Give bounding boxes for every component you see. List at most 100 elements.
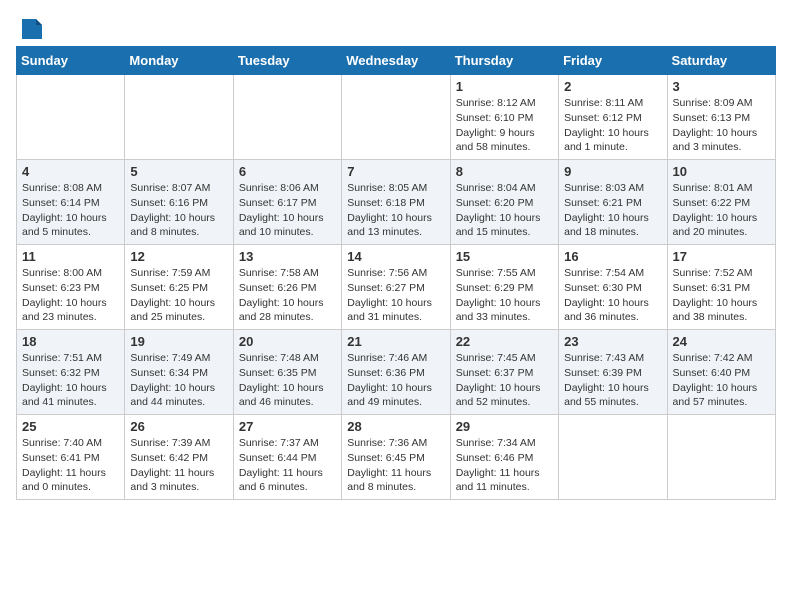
day-number: 9 <box>564 164 661 179</box>
week-row-2: 4 Sunrise: 8:08 AM Sunset: 6:14 PM Daylig… <box>17 160 776 245</box>
calendar-cell: 20 Sunrise: 7:48 AM Sunset: 6:35 PM Dayli… <box>233 330 341 415</box>
calendar-cell: 8 Sunrise: 8:04 AM Sunset: 6:20 PM Daylig… <box>450 160 558 245</box>
calendar-cell: 25 Sunrise: 7:40 AM Sunset: 6:41 PM Dayli… <box>17 415 125 500</box>
day-number: 13 <box>239 249 336 264</box>
calendar-cell: 9 Sunrise: 8:03 AM Sunset: 6:21 PM Daylig… <box>559 160 667 245</box>
calendar-cell: 10 Sunrise: 8:01 AM Sunset: 6:22 PM Dayli… <box>667 160 775 245</box>
col-header-friday: Friday <box>559 47 667 75</box>
day-info: Sunrise: 7:40 AM Sunset: 6:41 PM Dayligh… <box>22 436 119 495</box>
day-info: Sunrise: 7:46 AM Sunset: 6:36 PM Dayligh… <box>347 351 444 410</box>
day-info: Sunrise: 8:07 AM Sunset: 6:16 PM Dayligh… <box>130 181 227 240</box>
calendar-cell: 11 Sunrise: 8:00 AM Sunset: 6:23 PM Dayli… <box>17 245 125 330</box>
day-number: 7 <box>347 164 444 179</box>
calendar-cell: 22 Sunrise: 7:45 AM Sunset: 6:37 PM Dayli… <box>450 330 558 415</box>
calendar-cell <box>342 75 450 160</box>
calendar-cell: 28Sunrise: 7:36 AM Sunset: 6:45 PM Dayli… <box>342 415 450 500</box>
calendar-cell: 6Sunrise: 8:06 AM Sunset: 6:17 PM Daylig… <box>233 160 341 245</box>
calendar-cell: 27 Sunrise: 7:37 AM Sunset: 6:44 PM Dayli… <box>233 415 341 500</box>
day-number: 1 <box>456 79 553 94</box>
day-number: 11 <box>22 249 119 264</box>
logo-icon <box>22 19 42 39</box>
header-row: SundayMondayTuesdayWednesdayThursdayFrid… <box>17 47 776 75</box>
day-info: Sunrise: 7:34 AM Sunset: 6:46 PM Dayligh… <box>456 436 553 495</box>
day-info: Sunrise: 8:00 AM Sunset: 6:23 PM Dayligh… <box>22 266 119 325</box>
day-number: 4 <box>22 164 119 179</box>
day-number: 17 <box>673 249 770 264</box>
day-number: 15 <box>456 249 553 264</box>
calendar-cell: 4 Sunrise: 8:08 AM Sunset: 6:14 PM Daylig… <box>17 160 125 245</box>
day-info: Sunrise: 8:12 AM Sunset: 6:10 PM Dayligh… <box>456 96 553 155</box>
calendar-cell: 14 Sunrise: 7:56 AM Sunset: 6:27 PM Dayli… <box>342 245 450 330</box>
day-info: Sunrise: 7:59 AM Sunset: 6:25 PM Dayligh… <box>130 266 227 325</box>
day-info: Sunrise: 7:51 AM Sunset: 6:32 PM Dayligh… <box>22 351 119 410</box>
day-number: 29 <box>456 419 553 434</box>
day-info: Sunrise: 7:58 AM Sunset: 6:26 PM Dayligh… <box>239 266 336 325</box>
col-header-wednesday: Wednesday <box>342 47 450 75</box>
day-info: Sunrise: 7:42 AM Sunset: 6:40 PM Dayligh… <box>673 351 770 410</box>
day-number: 19 <box>130 334 227 349</box>
day-info: Sunrise: 7:48 AM Sunset: 6:35 PM Dayligh… <box>239 351 336 410</box>
calendar-cell: 21 Sunrise: 7:46 AM Sunset: 6:36 PM Dayli… <box>342 330 450 415</box>
calendar-cell: 13 Sunrise: 7:58 AM Sunset: 6:26 PM Dayli… <box>233 245 341 330</box>
day-number: 16 <box>564 249 661 264</box>
calendar-cell <box>17 75 125 160</box>
day-info: Sunrise: 8:04 AM Sunset: 6:20 PM Dayligh… <box>456 181 553 240</box>
day-info: Sunrise: 7:54 AM Sunset: 6:30 PM Dayligh… <box>564 266 661 325</box>
day-info: Sunrise: 8:11 AM Sunset: 6:12 PM Dayligh… <box>564 96 661 155</box>
week-row-1: 1 Sunrise: 8:12 AM Sunset: 6:10 PM Daylig… <box>17 75 776 160</box>
calendar-cell <box>233 75 341 160</box>
day-number: 25 <box>22 419 119 434</box>
day-number: 12 <box>130 249 227 264</box>
day-info: Sunrise: 8:09 AM Sunset: 6:13 PM Dayligh… <box>673 96 770 155</box>
day-info: Sunrise: 7:39 AM Sunset: 6:42 PM Dayligh… <box>130 436 227 495</box>
header <box>16 16 776 38</box>
day-info: Sunrise: 8:03 AM Sunset: 6:21 PM Dayligh… <box>564 181 661 240</box>
day-number: 18 <box>22 334 119 349</box>
calendar-cell: 7 Sunrise: 8:05 AM Sunset: 6:18 PM Daylig… <box>342 160 450 245</box>
calendar-cell: 12 Sunrise: 7:59 AM Sunset: 6:25 PM Dayli… <box>125 245 233 330</box>
calendar-cell: 5 Sunrise: 8:07 AM Sunset: 6:16 PM Daylig… <box>125 160 233 245</box>
day-info: Sunrise: 8:05 AM Sunset: 6:18 PM Dayligh… <box>347 181 444 240</box>
day-number: 22 <box>456 334 553 349</box>
day-number: 21 <box>347 334 444 349</box>
calendar-cell: 24 Sunrise: 7:42 AM Sunset: 6:40 PM Dayli… <box>667 330 775 415</box>
calendar-cell <box>559 415 667 500</box>
calendar-table: SundayMondayTuesdayWednesdayThursdayFrid… <box>16 46 776 500</box>
calendar-cell: 26 Sunrise: 7:39 AM Sunset: 6:42 PM Dayli… <box>125 415 233 500</box>
day-number: 24 <box>673 334 770 349</box>
day-info: Sunrise: 7:56 AM Sunset: 6:27 PM Dayligh… <box>347 266 444 325</box>
calendar-cell: 17Sunrise: 7:52 AM Sunset: 6:31 PM Dayli… <box>667 245 775 330</box>
day-info: Sunrise: 8:06 AM Sunset: 6:17 PM Dayligh… <box>239 181 336 240</box>
calendar-cell: 19Sunrise: 7:49 AM Sunset: 6:34 PM Dayli… <box>125 330 233 415</box>
day-info: Sunrise: 8:08 AM Sunset: 6:14 PM Dayligh… <box>22 181 119 240</box>
day-number: 10 <box>673 164 770 179</box>
week-row-5: 25 Sunrise: 7:40 AM Sunset: 6:41 PM Dayli… <box>17 415 776 500</box>
day-number: 5 <box>130 164 227 179</box>
day-info: Sunrise: 7:36 AM Sunset: 6:45 PM Dayligh… <box>347 436 444 495</box>
logo <box>16 16 42 38</box>
day-number: 26 <box>130 419 227 434</box>
day-number: 20 <box>239 334 336 349</box>
day-info: Sunrise: 7:45 AM Sunset: 6:37 PM Dayligh… <box>456 351 553 410</box>
day-info: Sunrise: 7:55 AM Sunset: 6:29 PM Dayligh… <box>456 266 553 325</box>
calendar-cell: 1 Sunrise: 8:12 AM Sunset: 6:10 PM Daylig… <box>450 75 558 160</box>
day-number: 27 <box>239 419 336 434</box>
col-header-saturday: Saturday <box>667 47 775 75</box>
calendar-cell: 29 Sunrise: 7:34 AM Sunset: 6:46 PM Dayli… <box>450 415 558 500</box>
day-info: Sunrise: 7:37 AM Sunset: 6:44 PM Dayligh… <box>239 436 336 495</box>
day-number: 8 <box>456 164 553 179</box>
day-number: 14 <box>347 249 444 264</box>
day-info: Sunrise: 8:01 AM Sunset: 6:22 PM Dayligh… <box>673 181 770 240</box>
col-header-sunday: Sunday <box>17 47 125 75</box>
week-row-4: 18 Sunrise: 7:51 AM Sunset: 6:32 PM Dayli… <box>17 330 776 415</box>
day-number: 23 <box>564 334 661 349</box>
col-header-monday: Monday <box>125 47 233 75</box>
day-number: 3 <box>673 79 770 94</box>
calendar-cell: 15 Sunrise: 7:55 AM Sunset: 6:29 PM Dayli… <box>450 245 558 330</box>
calendar-cell: 16 Sunrise: 7:54 AM Sunset: 6:30 PM Dayli… <box>559 245 667 330</box>
calendar-cell: 2Sunrise: 8:11 AM Sunset: 6:12 PM Daylig… <box>559 75 667 160</box>
calendar-cell: 23 Sunrise: 7:43 AM Sunset: 6:39 PM Dayli… <box>559 330 667 415</box>
week-row-3: 11 Sunrise: 8:00 AM Sunset: 6:23 PM Dayli… <box>17 245 776 330</box>
day-info: Sunrise: 7:43 AM Sunset: 6:39 PM Dayligh… <box>564 351 661 410</box>
calendar-cell: 3 Sunrise: 8:09 AM Sunset: 6:13 PM Daylig… <box>667 75 775 160</box>
